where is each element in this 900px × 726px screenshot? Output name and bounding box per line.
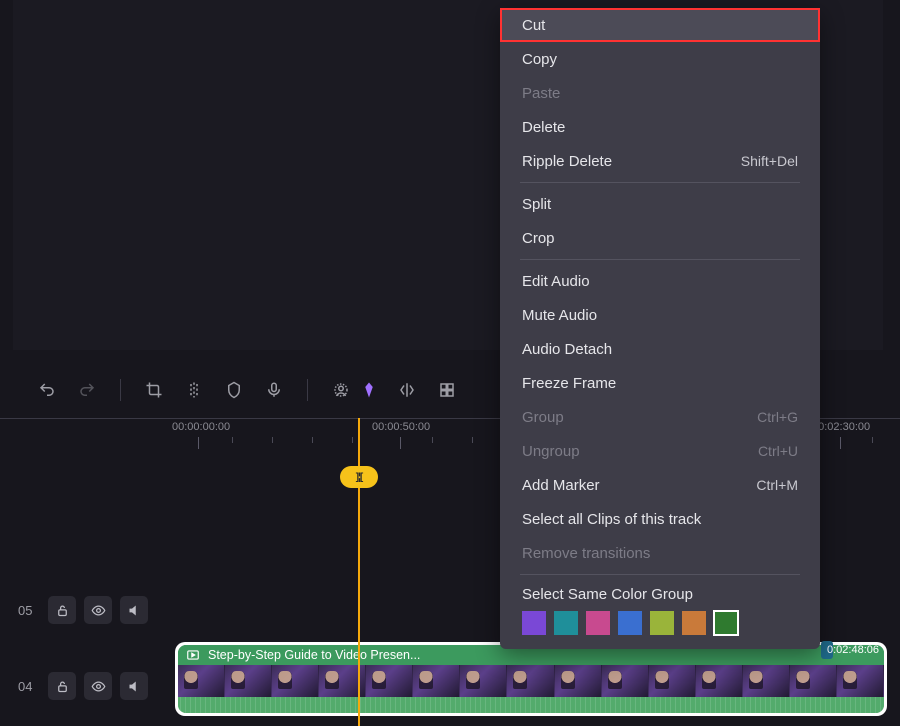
menu-item-group: Group Ctrl+G <box>500 400 820 434</box>
menu-item-shortcut: Ctrl+M <box>756 477 798 493</box>
menu-item-select-all-clips-of-this-track[interactable]: Select all Clips of this track <box>500 502 820 536</box>
voiceover-button[interactable] <box>263 379 285 401</box>
menu-item-add-marker[interactable]: Add Marker Ctrl+M <box>500 468 820 502</box>
color-swatch[interactable] <box>554 611 578 635</box>
color-swatch[interactable] <box>714 611 738 635</box>
menu-item-mute-audio[interactable]: Mute Audio <box>500 298 820 332</box>
menu-item-label: Crop <box>522 230 555 247</box>
ai-button[interactable] <box>330 379 352 401</box>
menu-item-label: Group <box>522 409 564 426</box>
track-mute-button[interactable] <box>120 596 148 624</box>
menu-item-delete[interactable]: Delete <box>500 110 820 144</box>
menu-item-label: Copy <box>522 51 557 68</box>
mirror-button[interactable] <box>396 379 418 401</box>
color-swatch[interactable] <box>618 611 642 635</box>
menu-item-label: Paste <box>522 85 560 102</box>
menu-item-audio-detach[interactable]: Audio Detach <box>500 332 820 366</box>
separator <box>307 379 308 401</box>
track-lock-button[interactable] <box>48 596 76 624</box>
ruler-label: 00:00:00:00 <box>172 421 230 433</box>
menu-separator <box>520 182 800 183</box>
marker-button[interactable] <box>223 379 245 401</box>
menu-item-label: Audio Detach <box>522 341 612 358</box>
menu-item-paste: Paste <box>500 76 820 110</box>
menu-item-label: Split <box>522 196 551 213</box>
gem-icon <box>360 381 378 399</box>
playhead-handle[interactable]: ]¦[ <box>340 466 378 488</box>
menu-item-label: Mute Audio <box>522 307 597 324</box>
menu-item-label: Add Marker <box>522 477 600 494</box>
menu-separator <box>520 259 800 260</box>
color-swatch[interactable] <box>682 611 706 635</box>
crop-button[interactable] <box>143 379 165 401</box>
menu-item-ripple-delete[interactable]: Ripple Delete Shift+Del <box>500 144 820 178</box>
ruler-label: 00:00:50:00 <box>372 421 430 433</box>
track-mute-button[interactable] <box>120 672 148 700</box>
menu-item-label: Ripple Delete <box>522 153 612 170</box>
playhead[interactable] <box>358 418 360 726</box>
menu-item-ungroup: Ungroup Ctrl+U <box>500 434 820 468</box>
menu-item-label: Edit Audio <box>522 273 590 290</box>
track-number: 04 <box>18 679 40 694</box>
track-number: 05 <box>18 603 40 618</box>
redo-button[interactable] <box>76 379 98 401</box>
undo-button[interactable] <box>36 379 58 401</box>
clip-thumbnails <box>178 665 884 697</box>
menu-item-cut[interactable]: Cut <box>500 8 820 42</box>
menu-item-label: Delete <box>522 119 565 136</box>
color-swatch[interactable] <box>586 611 610 635</box>
clip-title: Step-by-Step Guide to Video Presen... <box>208 648 420 662</box>
track-visibility-button[interactable] <box>84 672 112 700</box>
split-button[interactable] <box>183 379 205 401</box>
menu-item-label: Select all Clips of this track <box>522 511 701 528</box>
menu-item-copy[interactable]: Copy <box>500 42 820 76</box>
menu-item-crop[interactable]: Crop <box>500 221 820 255</box>
grid-button[interactable] <box>436 379 458 401</box>
menu-item-split[interactable]: Split <box>500 187 820 221</box>
menu-item-shortcut: Ctrl+U <box>758 443 798 459</box>
separator <box>120 379 121 401</box>
menu-item-label: Freeze Frame <box>522 375 616 392</box>
color-swatch[interactable] <box>522 611 546 635</box>
menu-item-label: Ungroup <box>522 443 580 460</box>
track-lock-button[interactable] <box>48 672 76 700</box>
menu-item-label: Cut <box>522 17 545 34</box>
clip-duration-badge: 0:02:48:06 <box>821 641 833 659</box>
menu-item-shortcut: Shift+Del <box>741 153 798 169</box>
menu-item-freeze-frame[interactable]: Freeze Frame <box>500 366 820 400</box>
color-swatch-row <box>500 609 820 635</box>
clip-type-icon <box>186 648 200 662</box>
menu-item-remove-transitions: Remove transitions <box>500 536 820 570</box>
menu-heading-color: Select Same Color Group <box>500 579 820 609</box>
clip-context-menu: Cut Copy Paste Delete Ripple Delete Shift+Del… <box>500 8 820 649</box>
menu-item-shortcut: Ctrl+G <box>757 409 798 425</box>
ruler-label: 00:02:30:00 <box>812 421 870 433</box>
menu-item-edit-audio[interactable]: Edit Audio <box>500 264 820 298</box>
track-visibility-button[interactable] <box>84 596 112 624</box>
menu-item-label: Remove transitions <box>522 545 650 562</box>
video-clip[interactable]: Step-by-Step Guide to Video Presen... <box>175 642 887 716</box>
clip-audio-waveform <box>178 697 884 713</box>
color-swatch[interactable] <box>650 611 674 635</box>
menu-separator <box>520 574 800 575</box>
